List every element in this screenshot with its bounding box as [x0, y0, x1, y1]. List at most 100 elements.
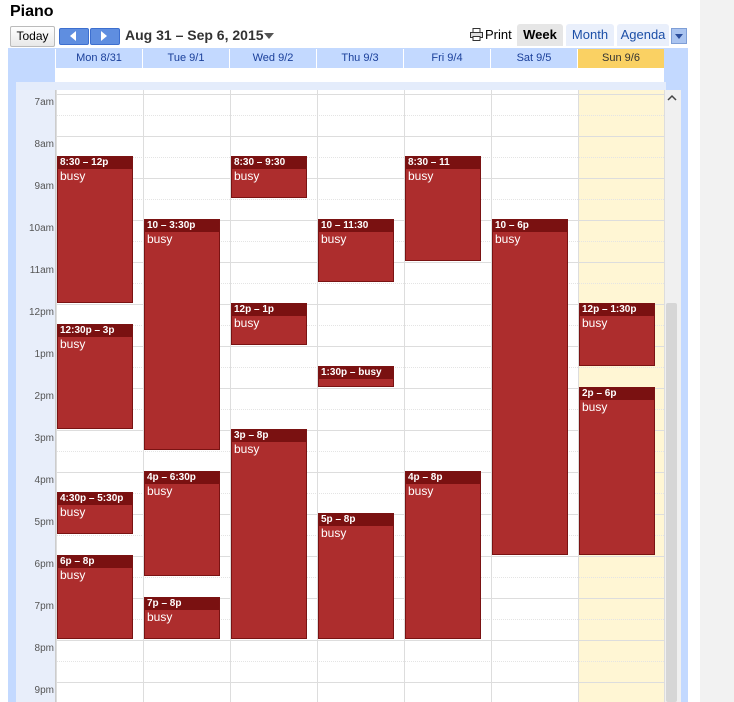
event-title: busy	[495, 232, 521, 246]
day-header[interactable]: Sun 9/6	[577, 49, 664, 68]
event-time: 3p – 8p	[232, 430, 306, 442]
right-panel	[700, 0, 734, 702]
hour-label: 4pm	[34, 475, 54, 486]
event-time: 4:30p – 5:30p	[58, 493, 132, 505]
all-day-row[interactable]	[55, 68, 664, 82]
calendar-event[interactable]: 12p – 1:30p busy	[579, 303, 655, 366]
calendar-event[interactable]: 4p – 6:30p busy	[144, 471, 220, 576]
previous-week-button[interactable]	[59, 28, 89, 45]
scrollbar-thumb[interactable]	[666, 303, 677, 702]
calendar-event[interactable]: 8:30 – 12p busy	[57, 156, 133, 303]
event-time: 8:30 – 11	[406, 157, 480, 169]
hour-label: 7am	[34, 97, 54, 108]
event-time: 12:30p – 3p	[58, 325, 132, 337]
hour-label: 7pm	[34, 601, 54, 612]
event-time: 8:30 – 12p	[58, 157, 132, 169]
hour-label: 5pm	[34, 517, 54, 528]
day-header[interactable]: Fri 9/4	[403, 49, 490, 68]
week-grid[interactable]: 8:30 – 12p busy 12:30p – 3p busy 4:30p – 5:3…	[56, 90, 664, 702]
calendar-event[interactable]: 12p – 1p busy	[231, 303, 307, 345]
event-time: 1:30p – busy	[319, 367, 393, 379]
event-title: busy	[234, 169, 260, 183]
date-range-dropdown-icon[interactable]	[264, 33, 274, 39]
day-header[interactable]: Sat 9/5	[490, 49, 577, 68]
event-time: 8:30 – 9:30	[232, 157, 306, 169]
calendar-event[interactable]: 4p – 8p busy	[405, 471, 481, 639]
scroll-up-icon[interactable]	[666, 94, 678, 102]
day-header[interactable]: Wed 9/2	[229, 49, 316, 68]
calendar-title: Piano	[10, 3, 54, 20]
hour-line	[56, 682, 664, 683]
printer-icon	[470, 28, 483, 41]
calendar-event[interactable]: 1:30p – busy	[318, 366, 394, 387]
hour-label: 11am	[29, 265, 54, 276]
hour-label: 8am	[34, 139, 54, 150]
calendar-event[interactable]: 10 – 11:30 busy	[318, 219, 394, 282]
event-title: busy	[147, 232, 173, 246]
event-time: 12p – 1:30p	[580, 304, 654, 316]
view-options-dropdown[interactable]	[671, 28, 687, 44]
event-title: busy	[147, 484, 173, 498]
today-button[interactable]: Today	[10, 26, 55, 47]
hour-label: 9pm	[34, 685, 54, 696]
event-time: 10 – 6p	[493, 220, 567, 232]
event-title: busy	[234, 316, 260, 330]
hour-label: 12pm	[28, 307, 54, 318]
day-header[interactable]: Mon 8/31	[55, 49, 142, 68]
half-hour-line	[56, 157, 664, 158]
event-title: busy	[60, 337, 86, 351]
calendar-event[interactable]: 8:30 – 9:30 busy	[231, 156, 307, 198]
event-time: 12p – 1p	[232, 304, 306, 316]
half-hour-line	[56, 661, 664, 662]
hour-label: 1pm	[34, 349, 54, 360]
hour-label: 3pm	[34, 433, 54, 444]
event-title: busy	[60, 505, 86, 519]
header-separator	[16, 82, 666, 90]
calendar-event[interactable]: 10 – 3:30p busy	[144, 219, 220, 450]
event-title: busy	[234, 442, 260, 456]
tab-month[interactable]: Month	[566, 24, 614, 46]
event-title: busy	[321, 232, 347, 246]
hour-label: 2pm	[34, 391, 54, 402]
day-header[interactable]: Thu 9/3	[316, 49, 403, 68]
event-title: busy	[582, 316, 608, 330]
event-time: 4p – 6:30p	[145, 472, 219, 484]
day-header[interactable]: Tue 9/1	[142, 49, 229, 68]
hour-line	[56, 136, 664, 137]
hour-label: 8pm	[34, 643, 54, 654]
arrow-left-icon	[70, 31, 76, 41]
hour-label: 6pm	[34, 559, 54, 570]
calendar-event[interactable]: 5p – 8p busy	[318, 513, 394, 639]
half-hour-line	[56, 451, 664, 452]
calendar-event[interactable]: 12:30p – 3p busy	[57, 324, 133, 429]
calendar-event[interactable]: 4:30p – 5:30p busy	[57, 492, 133, 534]
print-button[interactable]: Print	[470, 27, 512, 42]
calendar-event[interactable]: 10 – 6p busy	[492, 219, 568, 555]
calendar-event[interactable]: 7p – 8p busy	[144, 597, 220, 639]
hour-line	[56, 640, 664, 641]
event-title: busy	[60, 169, 86, 183]
event-title: busy	[582, 400, 608, 414]
event-time: 10 – 11:30	[319, 220, 393, 232]
print-label: Print	[485, 27, 512, 42]
hour-label: 9am	[34, 181, 54, 192]
calendar-event[interactable]: 3p – 8p busy	[231, 429, 307, 639]
event-title: busy	[321, 526, 347, 540]
event-title: busy	[408, 169, 434, 183]
calendar-event[interactable]: 8:30 – 11 busy	[405, 156, 481, 261]
calendar-event[interactable]: 6p – 8p busy	[57, 555, 133, 639]
event-time: 7p – 8p	[145, 598, 219, 610]
event-title: busy	[147, 610, 173, 624]
event-time: 6p – 8p	[58, 556, 132, 568]
day-header-row: Mon 8/31 Tue 9/1 Wed 9/2 Thu 9/3 Fri 9/4 Sat …	[55, 49, 664, 68]
hour-line	[56, 94, 664, 95]
tab-agenda[interactable]: Agenda	[617, 24, 669, 46]
hour-label: 10am	[28, 223, 54, 234]
calendar-event[interactable]: 2p – 6p busy	[579, 387, 655, 555]
event-time: 5p – 8p	[319, 514, 393, 526]
date-range: Aug 31 – Sep 6, 2015	[125, 27, 264, 43]
next-week-button[interactable]	[90, 28, 120, 45]
event-time: 10 – 3:30p	[145, 220, 219, 232]
tab-week[interactable]: Week	[517, 24, 563, 46]
half-hour-line	[56, 115, 664, 116]
